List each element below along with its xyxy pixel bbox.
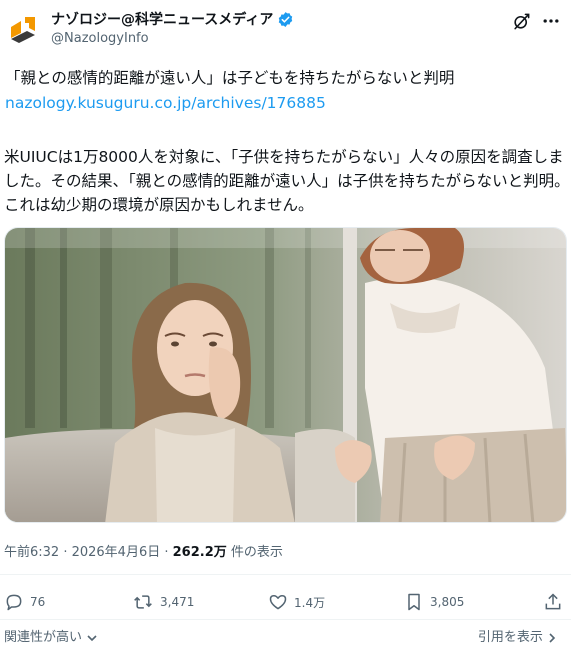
article-link[interactable]: nazology.kusuguru.co.jp/archives/176885 [5, 94, 326, 112]
repost-count: 3,471 [160, 595, 195, 609]
views-label: 件の表示 [226, 545, 283, 560]
views-count: 262.2万 [172, 545, 227, 560]
nazology-logo-icon [11, 17, 35, 43]
divider-bottom [0, 619, 571, 620]
tweet-header: ナゾロジー@科学ニュースメディア @NazologyInfo [5, 9, 561, 53]
sort-relevance-dropdown[interactable]: 関連性が高い [4, 626, 98, 645]
post-timestamp[interactable]: 午前6:32 · 2026年4月6日 · [4, 545, 173, 560]
repost-icon [134, 595, 152, 609]
display-name[interactable]: ナゾロジー@科学ニュースメディア [51, 9, 273, 29]
reply-count: 76 [30, 595, 46, 609]
chevron-down-icon [87, 634, 97, 641]
post-image[interactable] [4, 227, 567, 523]
repost-button[interactable]: 3,471 [132, 592, 268, 612]
bookmark-count: 3,805 [430, 595, 465, 609]
more-dots-icon[interactable] [541, 11, 561, 31]
tweet-page: ナゾロジー@科学ニュースメディア @NazologyInfo 「親との感情的距離… [0, 0, 571, 652]
like-count: 1.4万 [294, 595, 326, 610]
reply-icon [6, 594, 22, 611]
user-handle[interactable]: @NazologyInfo [51, 31, 294, 46]
replies-footer: 関連性が高い 引用を表示 [4, 626, 557, 645]
grok-icon[interactable] [511, 11, 531, 31]
view-quotes-link[interactable]: 引用を表示 [478, 626, 557, 645]
view-quotes-label: 引用を表示 [477, 630, 543, 645]
divider-top [0, 574, 571, 575]
sort-relevance-label: 関連性が高い [4, 630, 83, 645]
action-bar: 76 3,471 1.4万 3,805 [4, 590, 563, 614]
share-icon [545, 593, 561, 610]
like-button[interactable]: 1.4万 [268, 592, 404, 612]
bookmark-button[interactable]: 3,805 [404, 592, 524, 612]
post-body: 米UIUCは1万8000人を対象に、「子供を持ちたがらない」人々の原因を調査しま… [4, 148, 570, 214]
share-button[interactable] [543, 592, 563, 612]
heart-icon [269, 595, 287, 610]
post-title: 「親との感情的距離が遠い人」は子どもを持ちたがらないと判明 [5, 69, 455, 87]
reply-button[interactable]: 76 [4, 592, 132, 612]
avatar[interactable] [5, 11, 41, 47]
verified-badge-icon [277, 11, 294, 28]
photo-illustration [5, 228, 566, 522]
name-row: ナゾロジー@科学ニュースメディア [51, 9, 294, 29]
header-actions [511, 11, 561, 31]
chevron-right-icon [549, 632, 556, 643]
author-block: ナゾロジー@科学ニュースメディア @NazologyInfo [51, 9, 294, 46]
bookmark-icon [408, 593, 420, 611]
post-meta: 午前6:32 · 2026年4月6日 · 262.2万 件の表示 [4, 541, 283, 560]
